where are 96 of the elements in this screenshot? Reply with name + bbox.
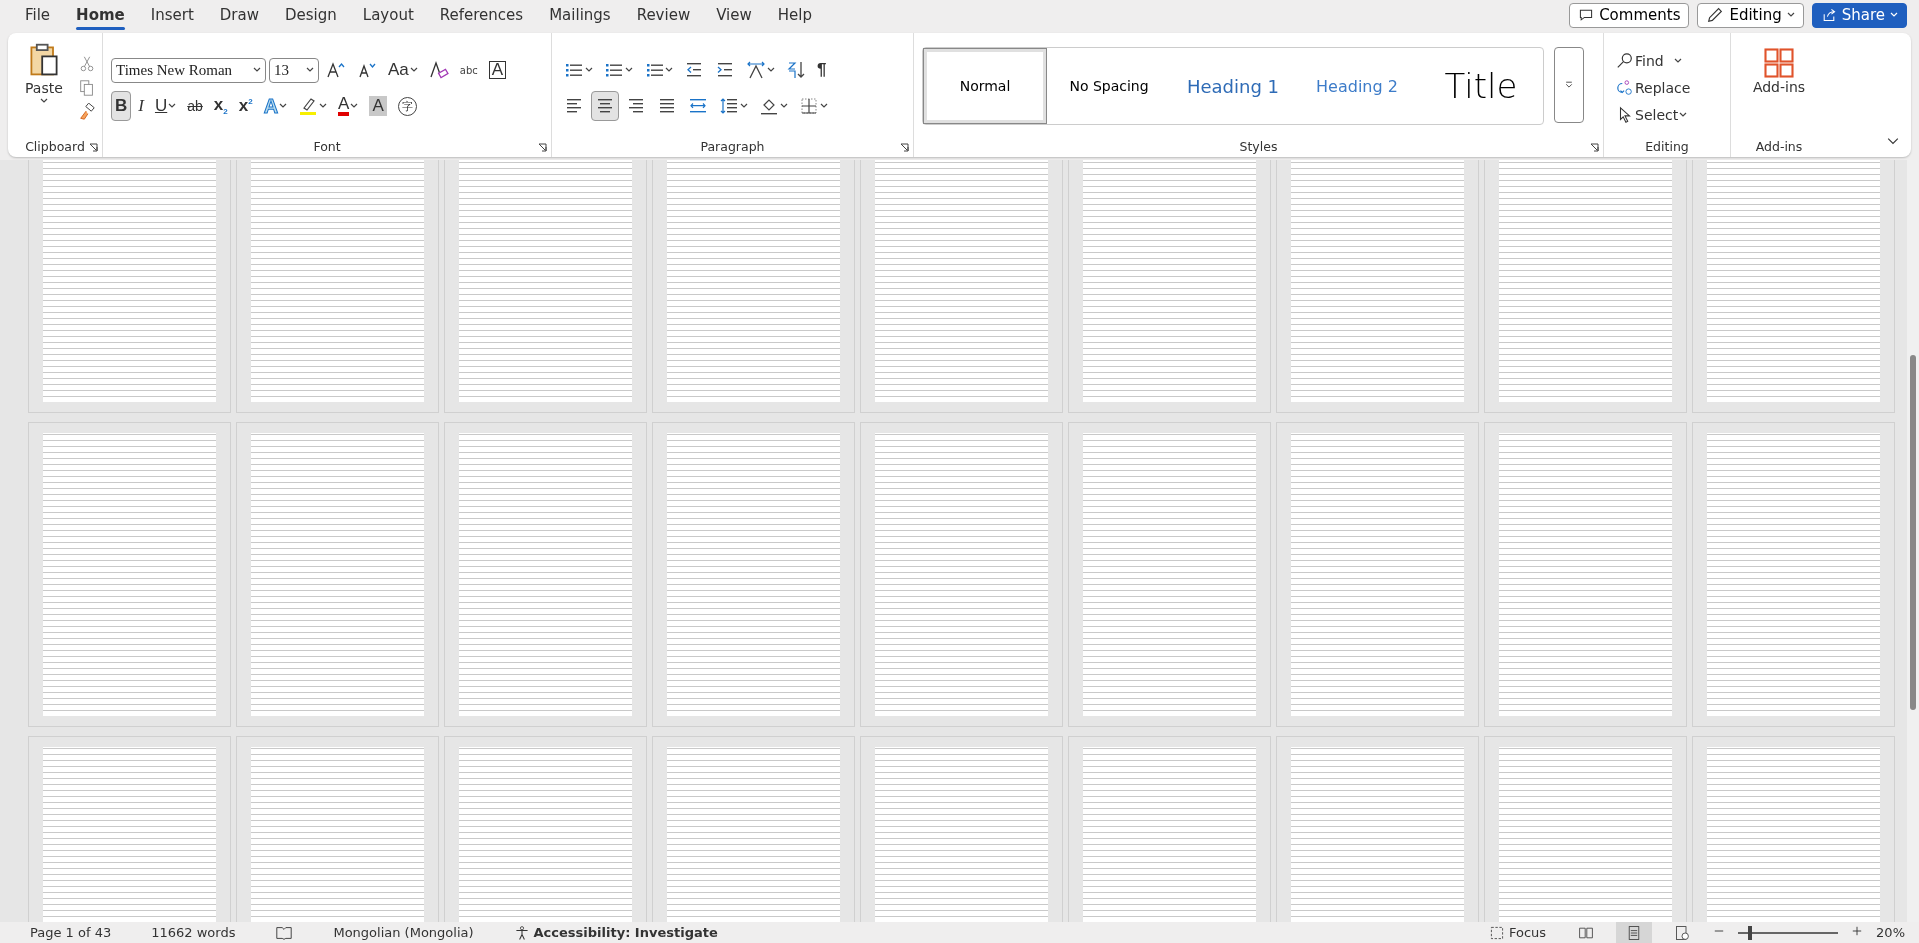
caret-icon [1786, 12, 1795, 18]
caret-icon [665, 67, 673, 73]
more-styles-button[interactable] [1554, 47, 1584, 123]
ribbon-tab[interactable]: Draw [206, 2, 272, 28]
replace-button[interactable]: Replace [1612, 75, 1695, 101]
style-option[interactable]: Title [1419, 48, 1543, 124]
strikethrough-button[interactable]: ab [183, 91, 207, 121]
find-button[interactable]: Find [1612, 48, 1686, 74]
caret-icon [780, 103, 788, 109]
text-effects-button[interactable]: abc [455, 55, 482, 85]
character-border-button[interactable]: A [484, 55, 511, 85]
caret-icon [1679, 112, 1688, 118]
dialog-launcher-icon[interactable] [538, 143, 547, 152]
superscript-button[interactable]: x$^{2}$ [234, 91, 257, 121]
grid-icon [1764, 48, 1794, 78]
font-size-field[interactable]: 13 [269, 57, 319, 83]
group-label: Font [111, 139, 543, 157]
grow-font-icon [326, 60, 346, 80]
comment-icon [1578, 7, 1595, 23]
caret-icon [39, 98, 48, 104]
caret-icon [740, 103, 748, 109]
zoom-slider-thumb[interactable] [1748, 925, 1753, 940]
zoom-level[interactable]: 20% [1876, 925, 1905, 940]
font-name-field[interactable]: Times New Roman [111, 57, 266, 83]
share-button[interactable]: Share [1811, 2, 1907, 28]
caret-icon [253, 67, 261, 73]
caret-icon [625, 67, 633, 73]
replace-icon [1616, 79, 1634, 97]
enclose-characters-button[interactable]: 字 [393, 91, 421, 121]
editing-mode-button[interactable]: Editing [1697, 2, 1804, 28]
format-painter-icon [77, 103, 96, 121]
style-option[interactable]: Heading 1 [1171, 48, 1295, 124]
change-case-button[interactable]: Aa [384, 55, 422, 85]
italic-button[interactable]: I [134, 91, 148, 121]
scissors-icon [77, 55, 96, 73]
print-layout-button[interactable] [1616, 922, 1653, 943]
ribbon-tab[interactable]: Layout [349, 2, 427, 28]
search-icon [1616, 52, 1634, 70]
copy-icon [77, 79, 96, 97]
caret-icon [1673, 58, 1682, 64]
focus-button[interactable]: Focus [1478, 922, 1557, 943]
text-direction-icon [746, 60, 766, 80]
caret-icon [306, 67, 314, 73]
pencil-icon [1706, 6, 1725, 24]
select-button[interactable]: Select [1612, 102, 1692, 128]
focus-icon [1488, 924, 1505, 941]
character-shading-button[interactable]: A [365, 91, 391, 121]
ribbon-tab[interactable]: Help [764, 2, 825, 28]
dialog-launcher-icon[interactable] [1590, 143, 1599, 152]
paste-button[interactable]: Paste [16, 37, 72, 139]
underline-button[interactable]: U [150, 91, 181, 121]
caret-icon [350, 103, 359, 109]
language-label[interactable]: Mongolian (Mongolia) [333, 925, 474, 940]
group-label: Clipboard [16, 139, 94, 157]
ribbon-tab[interactable]: Review [623, 2, 704, 28]
sort-icon [786, 60, 806, 80]
add-ins-button[interactable]: Add-ins [1743, 41, 1815, 139]
word-count[interactable]: 11662 words [151, 925, 236, 940]
caret-icon [1890, 12, 1898, 18]
highlighter-icon [298, 96, 319, 116]
caret-icon [820, 103, 828, 109]
ribbon-tab[interactable]: View [703, 2, 765, 28]
accessibility-status[interactable]: Accessibility: Investigate [513, 924, 718, 941]
caret-icon [409, 67, 418, 73]
scrollbar-thumb[interactable] [1910, 355, 1916, 710]
borders-icon [799, 96, 819, 116]
group-label: Paragraph [560, 139, 905, 157]
caret-icon [585, 67, 593, 73]
style-option[interactable]: Normal [923, 48, 1047, 124]
comments-button[interactable]: Comments [1569, 2, 1690, 28]
bold-button[interactable]: B [111, 91, 132, 121]
center-button[interactable] [591, 91, 619, 121]
caret-icon [319, 103, 328, 109]
ribbon-tab[interactable]: Insert [137, 2, 207, 28]
dialog-launcher-icon[interactable] [900, 143, 909, 152]
caret-icon [168, 103, 177, 109]
page-count[interactable]: Page 1 of 43 [30, 925, 112, 940]
ribbon-tab[interactable]: Mailings [536, 2, 624, 28]
line-spacing-icon [719, 96, 739, 116]
group-label: Add-ins [1754, 139, 1804, 156]
group-label: Editing [1644, 139, 1690, 156]
ribbon-tab[interactable]: File [12, 2, 64, 28]
font-color-button[interactable]: A [334, 91, 363, 121]
style-option[interactable]: Heading 2 [1295, 48, 1419, 124]
show-marks-button[interactable]: ¶ [813, 55, 831, 85]
clear-formatting-icon [428, 60, 449, 80]
ribbon-tab[interactable]: References [426, 2, 537, 28]
group-label: Styles [922, 139, 1595, 157]
subscript-button[interactable]: x$_{2}$ [209, 91, 232, 121]
ribbon-tab[interactable]: Home [63, 2, 138, 28]
accessibility-icon [513, 924, 530, 941]
caret-icon [767, 67, 775, 73]
caret-icon [279, 103, 288, 109]
ribbon-tab[interactable]: Design [272, 2, 350, 28]
style-option[interactable]: No Spacing [1047, 48, 1171, 124]
dialog-launcher-icon[interactable] [89, 143, 98, 152]
